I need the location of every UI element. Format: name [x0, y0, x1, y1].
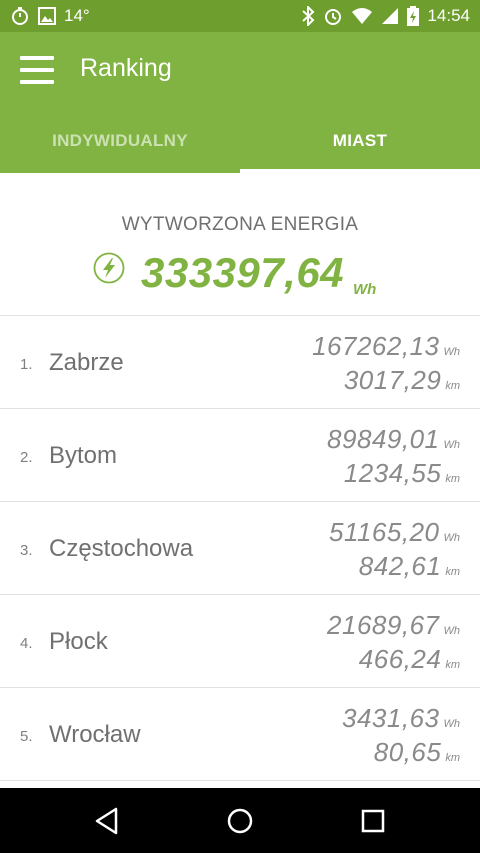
back-icon[interactable]: [92, 806, 122, 836]
energy-unit: Wh: [353, 281, 377, 298]
energy-value: 3431,63: [342, 703, 440, 733]
city-name: Zabrze: [49, 349, 124, 376]
app-bar: Ranking: [0, 32, 480, 108]
tab-indywidualny[interactable]: INDYWIDUALNY: [0, 108, 240, 173]
energy-summary: WYTWORZONA ENERGIA 333397,64 Wh: [0, 173, 480, 316]
temperature-text: 14°: [64, 6, 90, 25]
list-item[interactable]: 1. Zabrze 167262,13 Wh 3017,29 km: [0, 316, 480, 409]
status-bar: 14° 14:54: [0, 0, 480, 32]
signal-icon: [382, 8, 399, 24]
city-values: 51165,20 Wh 842,61 km: [329, 515, 460, 583]
distance-unit: km: [445, 473, 460, 485]
energy-label: WYTWORZONA ENERGIA: [121, 214, 359, 235]
distance-unit: km: [445, 566, 460, 578]
energy-unit: Wh: [443, 625, 461, 637]
tab-miast[interactable]: MIAST: [240, 108, 480, 173]
list-item[interactable]: 5. Wrocław 3431,63 Wh 80,65 km: [0, 688, 480, 781]
rank-number: 5.: [20, 728, 33, 745]
distance-value: 3017,29: [343, 365, 442, 395]
rank-number: 2.: [20, 449, 33, 466]
image-icon: [38, 7, 56, 25]
city-values: 3431,63 Wh 80,65 km: [342, 701, 460, 769]
energy-unit: Wh: [443, 346, 461, 358]
city-name: Bytom: [49, 442, 118, 469]
wifi-icon: [352, 8, 373, 24]
home-icon[interactable]: [225, 806, 255, 836]
bluetooth-icon: [302, 6, 315, 26]
clock-text: 14:54: [427, 6, 470, 25]
rank-number: 4.: [20, 635, 33, 652]
list-item[interactable]: 2. Bytom 89849,01 Wh 1234,55 km: [0, 409, 480, 502]
stopwatch-icon: [12, 7, 28, 25]
distance-value: 80,65: [373, 737, 442, 767]
lightning-bolt-icon: [93, 252, 125, 284]
city-values: 167262,13 Wh 3017,29 km: [312, 329, 460, 397]
energy-unit: Wh: [443, 439, 461, 451]
battery-icon: [407, 6, 420, 26]
distance-value: 1234,55: [343, 458, 442, 488]
energy-unit: Wh: [443, 532, 461, 544]
alarm-icon: [325, 9, 342, 25]
distance-unit: km: [445, 752, 460, 764]
page-title: Ranking: [80, 54, 172, 82]
energy-value: 21689,67: [327, 610, 440, 640]
hamburger-menu-icon[interactable]: [20, 56, 54, 84]
city-values: 89849,01 Wh 1234,55 km: [327, 422, 460, 490]
rank-number: 3.: [20, 542, 33, 559]
energy-value: 167262,13: [312, 331, 440, 361]
list-item[interactable]: 3. Częstochowa 51165,20 Wh 842,61 km: [0, 502, 480, 595]
city-values: 21689,67 Wh 466,24 km: [327, 608, 460, 676]
distance-unit: km: [445, 380, 460, 392]
distance-value: 466,24: [358, 644, 442, 674]
tab-bar: INDYWIDUALNY MIAST: [0, 108, 480, 173]
distance-unit: km: [445, 659, 460, 671]
distance-value: 842,61: [358, 551, 442, 581]
ranking-list: 1. Zabrze 167262,13 Wh 3017,29 km 2. Bytom…: [0, 316, 480, 781]
recents-icon[interactable]: [358, 806, 388, 836]
energy-unit: Wh: [443, 718, 461, 730]
city-name: Częstochowa: [49, 535, 194, 562]
energy-total-value: 333397,64: [141, 249, 345, 296]
city-name: Wrocław: [49, 721, 141, 748]
list-item[interactable]: 4. Płock 21689,67 Wh 466,24 km: [0, 595, 480, 688]
city-name: Płock: [49, 628, 108, 655]
rank-number: 1.: [20, 356, 33, 373]
energy-value: 89849,01: [327, 424, 440, 454]
energy-value: 51165,20: [328, 517, 440, 547]
navigation-bar: [0, 788, 480, 853]
